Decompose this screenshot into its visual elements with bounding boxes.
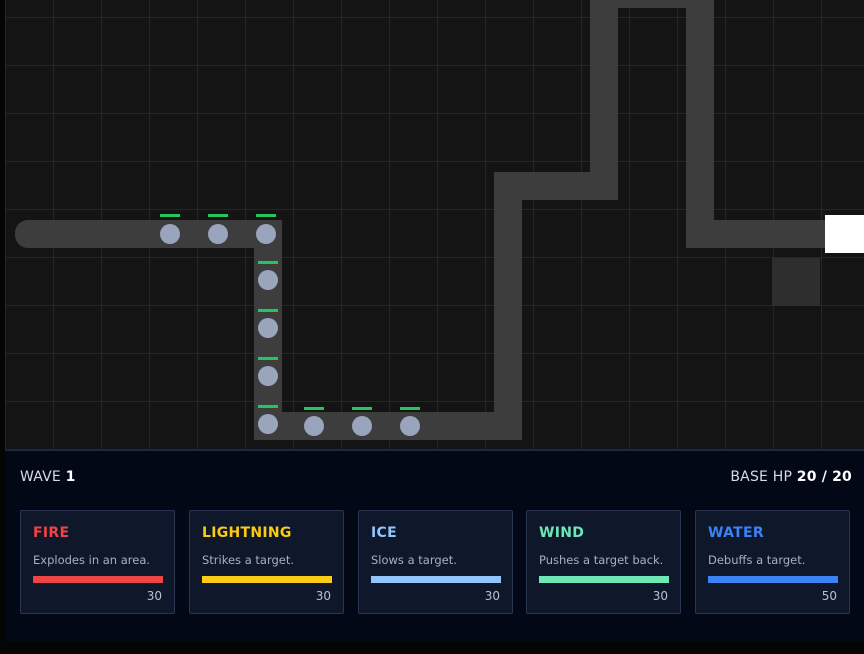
tower-name: WATER xyxy=(708,525,764,541)
base-hp-label: BASE HP xyxy=(730,469,793,485)
page-footer-strip xyxy=(0,642,864,654)
path-segment xyxy=(686,0,714,248)
hud-panel: WAVE 1 BASE HP 20 / 20 FIRE Explodes in … xyxy=(5,450,864,643)
enemy[interactable] xyxy=(160,224,180,244)
tower-color-bar xyxy=(371,576,501,583)
game-board[interactable] xyxy=(5,0,864,450)
tower-card-wind[interactable]: WIND Pushes a target back. 30 xyxy=(526,510,681,614)
tower-cost: 50 xyxy=(821,589,837,603)
tower-description: Debuffs a target. xyxy=(708,553,806,567)
tower-name: WIND xyxy=(539,525,585,541)
tower-build-slot[interactable] xyxy=(772,258,820,306)
tower-name: FIRE xyxy=(33,525,70,541)
path-segment xyxy=(15,220,282,248)
enemy-health-bar xyxy=(352,407,372,410)
enemy-health-bar xyxy=(208,214,228,217)
enemy[interactable] xyxy=(258,318,278,338)
enemy-health-bar xyxy=(258,357,278,360)
enemy[interactable] xyxy=(258,414,278,434)
enemy[interactable] xyxy=(258,270,278,290)
wave-value: 1 xyxy=(65,469,76,485)
tower-color-bar xyxy=(708,576,838,583)
tower-card-ice[interactable]: ICE Slows a target. 30 xyxy=(358,510,513,614)
path-segment xyxy=(254,412,522,440)
enemy-health-bar xyxy=(256,214,276,217)
tower-color-bar xyxy=(202,576,332,583)
base-hp-current: 20 xyxy=(796,469,817,485)
tower-card-lightning[interactable]: LIGHTNING Strikes a target. 30 xyxy=(189,510,344,614)
base-hp-separator: / xyxy=(816,469,833,485)
enemy[interactable] xyxy=(400,416,420,436)
enemy[interactable] xyxy=(352,416,372,436)
enemy[interactable] xyxy=(256,224,276,244)
wave-label: WAVE xyxy=(20,469,61,485)
tower-description: Slows a target. xyxy=(371,553,457,567)
enemy-health-bar xyxy=(258,261,278,264)
base-hp-counter: BASE HP 20 / 20 xyxy=(730,469,852,485)
tower-cost: 30 xyxy=(146,589,162,603)
enemy-health-bar xyxy=(258,405,278,408)
player-base xyxy=(825,215,864,253)
enemy-health-bar xyxy=(258,309,278,312)
enemy-health-bar xyxy=(400,407,420,410)
enemy[interactable] xyxy=(208,224,228,244)
tower-cost: 30 xyxy=(652,589,668,603)
enemy-health-bar xyxy=(304,407,324,410)
tower-color-bar xyxy=(33,576,163,583)
tower-card-fire[interactable]: FIRE Explodes in an area. 30 xyxy=(20,510,175,614)
path-segment xyxy=(494,172,522,440)
enemy[interactable] xyxy=(304,416,324,436)
tower-card-water[interactable]: WATER Debuffs a target. 50 xyxy=(695,510,850,614)
path-segment xyxy=(590,0,618,200)
tower-description: Strikes a target. xyxy=(202,553,295,567)
enemy[interactable] xyxy=(258,366,278,386)
tower-name: LIGHTNING xyxy=(202,525,292,541)
path-segment xyxy=(686,220,831,248)
tower-description: Explodes in an area. xyxy=(33,553,151,567)
tower-name: ICE xyxy=(371,525,397,541)
tower-cost: 30 xyxy=(484,589,500,603)
tower-cost: 30 xyxy=(315,589,331,603)
wave-counter: WAVE 1 xyxy=(20,469,76,485)
tower-description: Pushes a target back. xyxy=(539,553,664,567)
enemy-health-bar xyxy=(160,214,180,217)
tower-color-bar xyxy=(539,576,669,583)
base-hp-max: 20 xyxy=(832,469,852,485)
